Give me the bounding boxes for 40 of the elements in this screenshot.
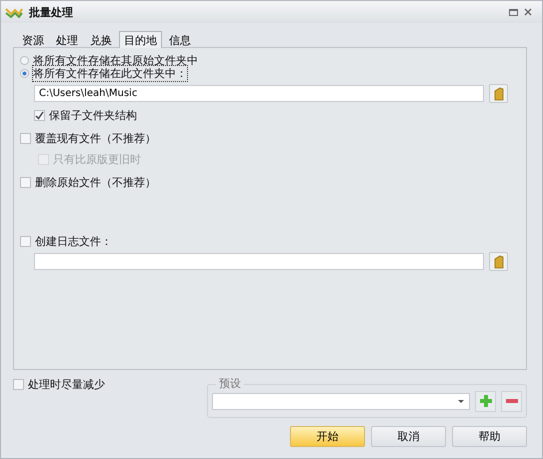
dropdown-arrow-icon <box>458 400 464 402</box>
tab[interactable]: 资源 <box>17 31 49 48</box>
checkbox[interactable] <box>13 379 24 390</box>
minus-icon <box>506 399 518 403</box>
plus-icon <box>480 395 492 407</box>
checkbox-label: 覆盖现有文件（不推荐） <box>35 131 156 146</box>
checkbox[interactable] <box>20 236 31 247</box>
checkbox[interactable] <box>20 133 31 144</box>
maximize-icon[interactable] <box>509 8 518 16</box>
wave-icon <box>5 6 23 18</box>
checkbox-label: 创建日志文件： <box>35 234 112 249</box>
window-title: 批量处理 <box>29 4 73 20</box>
folder-icon <box>494 254 504 268</box>
checkbox-label: 保留子文件夹结构 <box>49 108 137 123</box>
group-label: 预设 <box>216 376 244 391</box>
folder-icon <box>494 86 504 100</box>
tab[interactable]: 信息 <box>164 31 196 48</box>
checkbox-label: 删除原始文件（不推荐） <box>35 175 156 190</box>
dialog-button[interactable]: 取消 <box>371 426 446 447</box>
remove-button[interactable] <box>501 390 522 412</box>
browse-button[interactable] <box>489 84 508 103</box>
checkbox[interactable] <box>20 177 31 188</box>
checkbox-label: 处理时尽量减少 <box>28 377 105 392</box>
tab[interactable]: 处理 <box>51 31 83 48</box>
radio-button[interactable] <box>20 56 29 65</box>
folder-path-field[interactable]: C:\Users\leah\Music <box>34 85 484 102</box>
checkbox-label: 只有比原版更旧时 <box>53 152 141 167</box>
add-button[interactable] <box>475 390 496 412</box>
radio-label: 将所有文件存储在其原始文件夹中 <box>33 53 198 68</box>
tab[interactable]: 兑换 <box>85 31 117 48</box>
browse-button[interactable] <box>489 252 508 271</box>
log-path-field[interactable] <box>34 253 484 270</box>
checkbox[interactable] <box>34 110 45 121</box>
tab[interactable]: 目的地 <box>119 31 162 48</box>
dialog-button[interactable]: 帮助 <box>452 426 527 447</box>
dialog-button[interactable]: 开始 <box>290 426 365 447</box>
radio-label: 将所有文件存储在此文件夹中： <box>33 66 187 81</box>
radio-button[interactable] <box>20 69 29 78</box>
preset-dropdown[interactable] <box>212 392 470 410</box>
close-icon[interactable] <box>524 8 532 16</box>
